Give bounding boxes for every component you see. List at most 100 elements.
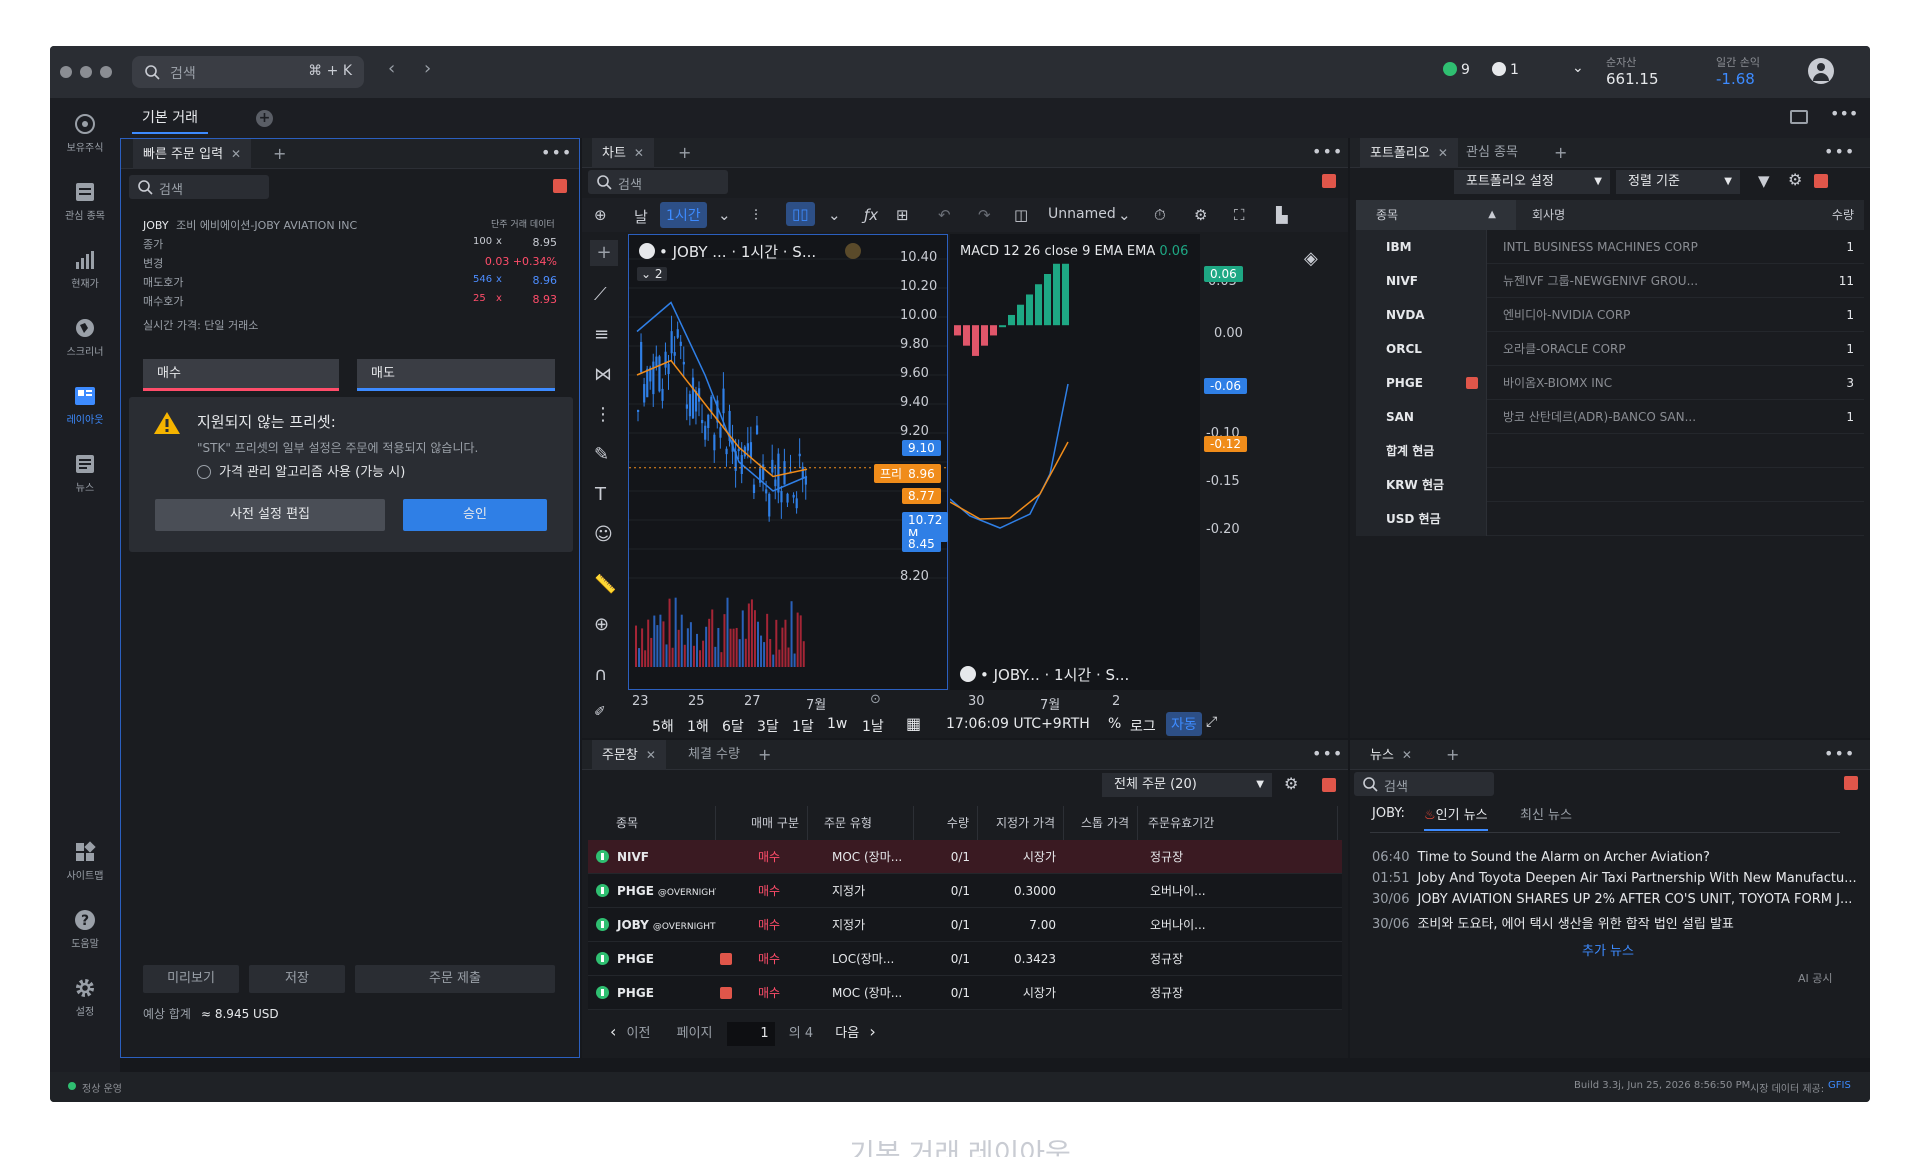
edit-preset-button[interactable]: 사전 설정 편집 [155,499,385,531]
layout-name[interactable]: Unnamed [1048,206,1116,222]
prev-page-button[interactable]: 이전 [627,1026,651,1041]
range-button[interactable]: 6달 [722,716,744,736]
next-page-button[interactable]: 다음 [835,1026,859,1041]
sort-select[interactable]: 정렬 기준 ▼ [1616,170,1740,194]
forward-arrow-icon[interactable]: › [424,58,431,79]
panel-more-icon[interactable]: ••• [1824,744,1855,763]
panel-more-icon[interactable]: ••• [541,143,572,162]
templates-icon[interactable]: ⊞ [896,206,909,224]
projection-icon[interactable]: ⋮ [594,404,612,425]
sidebar-item-screener[interactable]: 스크리너 [50,316,120,358]
price-chart-pane[interactable]: • JOBY ... · 1시간 · S... ⌄ 2 [628,234,948,690]
buy-tab[interactable]: 매수 [143,359,339,391]
pattern-icon[interactable]: ⋈ [594,364,612,385]
link-icon[interactable] [1322,174,1336,188]
range-button[interactable]: 1달 [792,716,814,736]
chevron-down-icon[interactable]: ⌄ [1118,206,1131,224]
range-button[interactable]: 3달 [757,716,779,736]
page-number-input[interactable]: 1 [726,1022,775,1046]
sidebar-item-sitemap[interactable]: 사이트맵 [50,840,120,882]
orders-header-cell[interactable]: 지정가 가격 [988,806,1064,840]
gear-icon[interactable]: ⚙ [1788,170,1802,189]
gear-icon[interactable]: ⚙ [1284,774,1298,793]
more-news-link[interactable]: 추가 뉴스 [1582,940,1634,959]
add-tab-icon[interactable]: + [1554,143,1567,162]
table-row[interactable]: JOBY @OVERNIGHT 매수 지정가 0/1 7.00 오버나이... [588,908,1342,942]
zoom-in-icon[interactable]: ⊕ [594,614,609,635]
legend-collapse[interactable]: ⌄ 2 [637,267,667,281]
close-icon[interactable]: ✕ [1438,146,1448,160]
alert-clock-icon[interactable]: ⏱ [1154,206,1166,224]
calendar-icon[interactable]: ▦ [906,714,921,733]
table-row[interactable]: ORCL 오라클-ORACLE CORP 1 [1356,332,1864,366]
orders-header-cell[interactable]: 수량 [918,806,978,840]
chart-settings-icon[interactable]: ⚙ [1194,206,1207,224]
link-icon[interactable] [553,179,567,193]
news-search-input[interactable]: 검색 [1354,772,1494,796]
window-maximize-dot[interactable] [100,66,112,78]
orders-header-cell[interactable]: 종목 [616,806,716,840]
quick-order-search-input[interactable]: 검색 [129,175,269,199]
table-row[interactable]: 합계 현금 [1356,434,1864,468]
expand-icon[interactable]: ⤢ [1206,714,1217,730]
brush-icon[interactable]: ✎ [594,444,609,465]
table-row[interactable]: IBM INTL BUSINESS MACHINES CORP 1 [1356,230,1864,264]
timezone-settings-icon[interactable]: ⊙ [870,692,881,707]
fib-icon[interactable]: ≡ [594,324,609,345]
chart-search-input[interactable]: 검색 [588,170,728,194]
emoji-icon[interactable]: ☺ [594,524,613,545]
global-search-input[interactable]: 검색 ⌘ + K [132,56,364,88]
news-item[interactable]: 06:40 Time to Sound the Alarm on Archer A… [1372,850,1710,865]
order-filter-select[interactable]: 전체 주문 (20) ▼ [1102,773,1272,797]
prev-page-icon[interactable]: ‹ [610,1022,616,1041]
table-row[interactable]: SAN 방코 산탄데르(ADR)-BANCO SAN... 1 [1356,400,1864,434]
auto-scale[interactable]: 자동 [1166,712,1202,736]
range-button[interactable]: 1날 [862,716,884,736]
tab-portfolio[interactable]: 포트폴리오 ✕ [1360,138,1458,168]
table-row[interactable]: USD 현금 [1356,502,1864,536]
macd-pane[interactable]: MACD 12 26 close 9 EMA EMA 0.06 [950,234,1200,654]
chevron-down-icon[interactable]: ⌄ [718,206,731,224]
news-item[interactable]: 30/06 조비와 도요타, 에어 택시 생산을 위한 합작 법인 설립 발표 [1372,913,1734,932]
link-icon[interactable] [1814,174,1828,188]
table-row[interactable]: NVDA 엔비디아-NVIDIA CORP 1 [1356,298,1864,332]
tab-workspace-basic[interactable]: 기본 거래 [132,104,208,134]
approve-button[interactable]: 승인 [403,499,547,531]
sidebar-item-quote[interactable]: 현재가 [50,248,120,290]
table-row[interactable]: PHGE 매수 LOC(장마... 0/1 0.3423 정규장 [588,942,1342,976]
data-provider-link[interactable]: GFIS [1828,1080,1851,1091]
layers-icon[interactable]: ◈ [1304,248,1318,269]
add-workspace-icon[interactable]: + [256,110,273,127]
close-icon[interactable]: ✕ [634,146,644,160]
news-item[interactable]: 01:51 Joby And Toyota Deepen Air Taxi Par… [1372,871,1857,886]
add-symbol-icon[interactable]: ⊕ [594,206,607,224]
header-qty[interactable]: 수량 [1832,200,1854,230]
orders-header-cell[interactable]: 매매 구분 [718,806,808,840]
news-item[interactable]: 30/06 JOBY AVIATION SHARES UP 2% AFTER CO… [1372,892,1852,907]
alerts-check-counter[interactable]: 1 [1492,62,1519,78]
sidebar-item-holdings[interactable]: 보유주식 [50,112,120,154]
tab-watchlist[interactable]: 관심 종목 [1456,138,1528,168]
undo-icon[interactable]: ↶ [938,206,951,224]
table-row[interactable]: PHGE 매수 MOC (장마... 0/1 시장가 정규장 [588,976,1342,1010]
panel-more-icon[interactable]: ••• [1312,744,1343,763]
submit-order-button[interactable]: 주문 제출 [355,965,555,993]
session-rth[interactable]: RTH [1062,716,1090,732]
sidebar-item-settings[interactable]: 설정 [50,976,120,1018]
link-icon[interactable] [1322,778,1336,792]
sidebar-item-layout[interactable]: 레이아웃 [50,384,120,426]
tab-hot-news[interactable]: ♨인기 뉴스 [1424,804,1488,831]
range-button[interactable]: 5해 [652,716,674,736]
panel-more-icon[interactable]: ••• [1312,142,1343,161]
sell-tab[interactable]: 매도 [357,359,555,391]
tab-latest-news[interactable]: 최신 뉴스 [1520,804,1572,823]
back-arrow-icon[interactable]: ‹ [388,58,395,79]
table-row[interactable]: KRW 현금 [1356,468,1864,502]
day-button[interactable]: 날 [634,206,648,227]
add-tab-icon[interactable]: + [1446,745,1459,764]
orders-header-cell[interactable]: 주문 유형 [824,806,914,840]
panel-more-icon[interactable]: ••• [1824,142,1855,161]
table-row[interactable]: NIVF 매수 MOC (장마... 0/1 시장가 정규장 [588,840,1342,874]
close-icon[interactable]: ✕ [646,748,656,762]
interval-select[interactable]: 1시간 [660,202,707,228]
